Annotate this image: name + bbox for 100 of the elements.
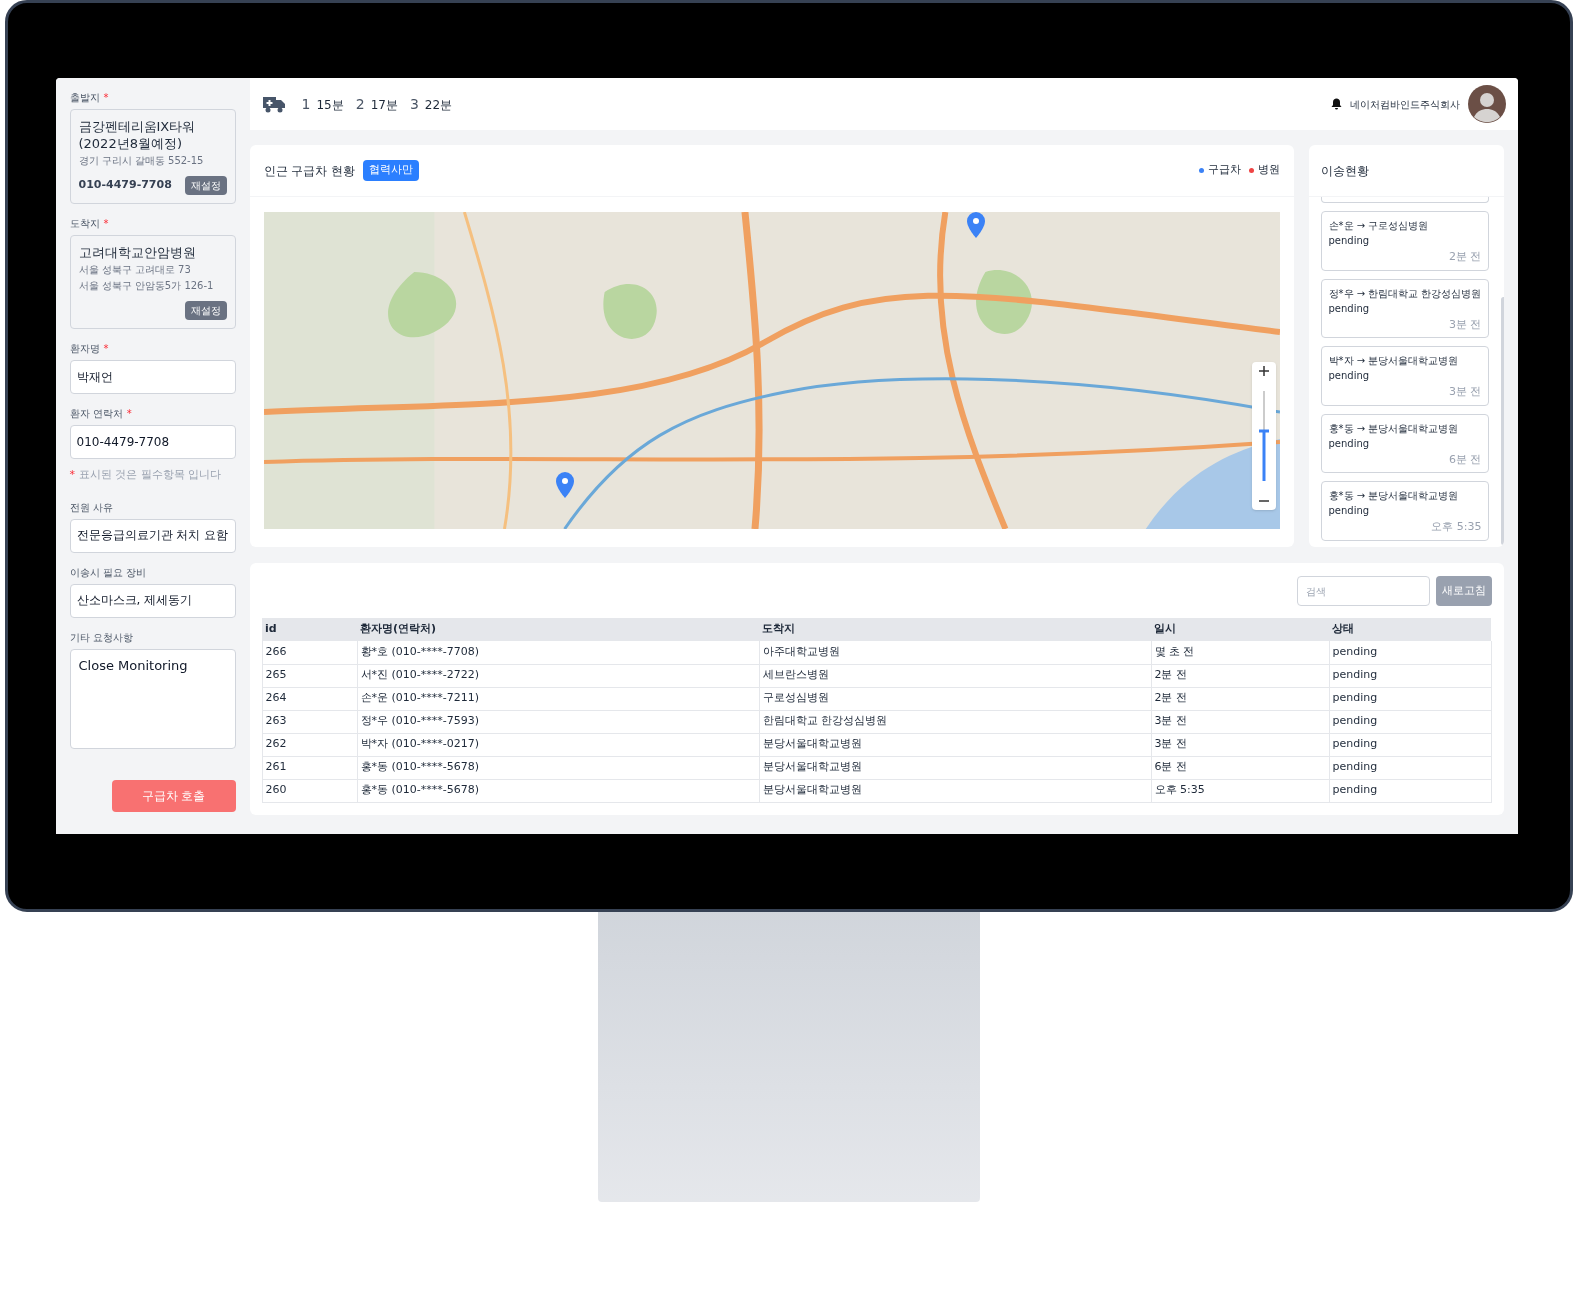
table-cell: 261 [262,756,357,779]
transfer-route: 손*운 → 구로성심병원 [1328,219,1430,233]
table-cell: pending [1329,779,1491,802]
table-cell: 2분 전 [1151,687,1329,710]
table-cell: 260 [262,779,357,802]
field-label: 이송시 필요 장비 [69,565,146,580]
zoom-in-icon[interactable] [1258,366,1269,376]
table-cell: 황*호 (010-****-7708) [357,641,759,664]
request-textarea[interactable]: Close Monitoring [69,648,236,749]
zoom-slider-icon[interactable] [1258,391,1269,481]
place-address: 서울 성북구 안암동5가 126-1 [78,279,215,293]
field-label: 도착지 [69,217,100,231]
text-field[interactable]: 산소마스크, 제세동기 [69,583,236,618]
table-cell: pending [1329,756,1491,779]
map-pin-icon[interactable] [966,212,985,238]
map-pin-icon[interactable] [555,472,574,498]
field-label: 출발지 [69,91,100,105]
field-label: 환자 연락처 [69,407,123,421]
company-name: 네이처컴바인드주식회사 [1349,97,1460,112]
transfer-route: 홍*동 → 분당서울대학교병원 [1328,489,1460,503]
transfer-status: pending [1328,369,1371,383]
legend-label: 구급차 [1207,162,1241,179]
field-label: 기타 요청사항 [69,630,133,645]
transfer-route: 박*자 → 분당서울대학교병원 [1328,354,1460,368]
column-header: 환자명(연락처) [357,618,759,641]
table-cell: pending [1329,687,1491,710]
field-label: 전원 사유 [69,500,113,515]
column-header: id [262,618,357,641]
transfer-card[interactable]: 홍*동 → 분당서울대학교병원 pending 오후 5:35 [1320,481,1490,541]
table-cell: 한림대학교 한강성심병원 [759,710,1151,733]
table-cell: 263 [262,710,357,733]
transfer-status: pending [1328,436,1371,451]
table-cell: 홍*동 (010-****-5678) [357,756,759,779]
table-cell: 정*우 (010-****-7593) [357,710,759,733]
table-cell: 세브란스병원 [759,664,1151,687]
table-cell: 6분 전 [1151,756,1329,779]
table-cell: 분당서울대학교병원 [759,779,1151,802]
table-cell: 분당서울대학교병원 [759,733,1151,756]
transfer-status: pending [1328,234,1371,248]
eta-time: 15분 [316,96,344,114]
reset-button[interactable]: 재설정 [184,301,227,320]
place-phone: 010-4479-7708 [78,177,172,194]
column-header: 일시 [1151,618,1329,641]
eta-rank: 1 [301,94,311,114]
required-mark: * [103,91,109,105]
required-mark: * [103,342,109,356]
column-header: 도착지 [759,618,1151,641]
table-cell: 266 [262,641,357,664]
transfer-route: 정*우 → 한림대학교 한강성심병원 [1328,286,1482,301]
eta-time: 22분 [424,96,453,114]
table-cell: 구로성심병원 [759,687,1151,710]
panel-title: 인근 구급차 현황 [263,162,356,180]
text-field[interactable]: 박재언 [69,360,236,394]
required-mark: * [69,467,75,483]
table-cell: 서*진 (010-****-2722) [357,664,759,687]
panel-title: 이송현황 [1320,162,1369,180]
bell-icon [1330,98,1342,110]
table-cell: pending [1329,733,1491,756]
place-address: 경기 구리시 갈매동 552-15 [78,154,205,168]
place-address: 서울 성북구 고려대로 73 [78,263,192,277]
place-name: 고려대학교안암병원 [78,244,197,261]
transfer-card[interactable]: 홍*동 → 분당서울대학교병원 pending 6분 전 [1320,413,1490,473]
transfer-time: 오후 5:35 [1431,519,1482,535]
transfer-time: 2분 전 [1448,249,1482,265]
table-cell: 3분 전 [1151,710,1329,733]
required-note: 표시된 것은 필수항목 입니다 [79,467,222,483]
table-cell: 265 [262,664,357,687]
partner-badge: 협력사만 [363,160,420,181]
ambulance-icon [261,95,286,113]
text-field[interactable]: 010-4479-7708 [69,425,236,459]
table-cell: 262 [262,733,357,756]
table-cell: 아주대학교병원 [759,641,1151,664]
avatar-icon[interactable] [1467,85,1506,123]
reset-button[interactable]: 재설정 [184,176,227,195]
table-cell: 3분 전 [1151,733,1329,756]
transfer-status: pending [1328,504,1371,518]
table-cell: 2분 전 [1151,664,1329,687]
table-cell: 박*자 (010-****-0217) [357,733,759,756]
transfer-card[interactable]: 손*운 → 구로성심병원 pending 2분 전 [1320,211,1490,271]
table-cell: pending [1329,710,1491,733]
table-cell: 오후 5:35 [1151,779,1329,802]
place-name: 금강펜테리움IX타워 (2022년8월예정) [78,118,197,152]
eta-rank: 2 [355,94,365,114]
table-cell: pending [1329,641,1491,664]
text-field[interactable]: 전문응급의료기관 처치 요함 [69,518,236,553]
search-field[interactable]: 검색 [1296,576,1430,606]
table-cell: 손*운 (010-****-7211) [357,687,759,710]
required-mark: * [126,407,132,421]
table-cell: 홍*동 (010-****-5678) [357,779,759,802]
transfer-card[interactable]: 정*우 → 한림대학교 한강성심병원 pending 3분 전 [1320,278,1490,338]
table-cell: pending [1329,664,1491,687]
transfer-status: pending [1328,301,1371,316]
transfer-time: 6분 전 [1448,451,1482,468]
transfer-time: 3분 전 [1448,316,1482,333]
transfer-card[interactable]: 박*자 → 분당서울대학교병원 pending 3분 전 [1320,346,1490,406]
column-header: 상태 [1329,618,1491,641]
table-cell: 몇 초 전 [1151,641,1329,664]
legend-label: 병원 [1257,162,1280,179]
required-mark: * [103,217,109,231]
table-cell: 분당서울대학교병원 [759,756,1151,779]
